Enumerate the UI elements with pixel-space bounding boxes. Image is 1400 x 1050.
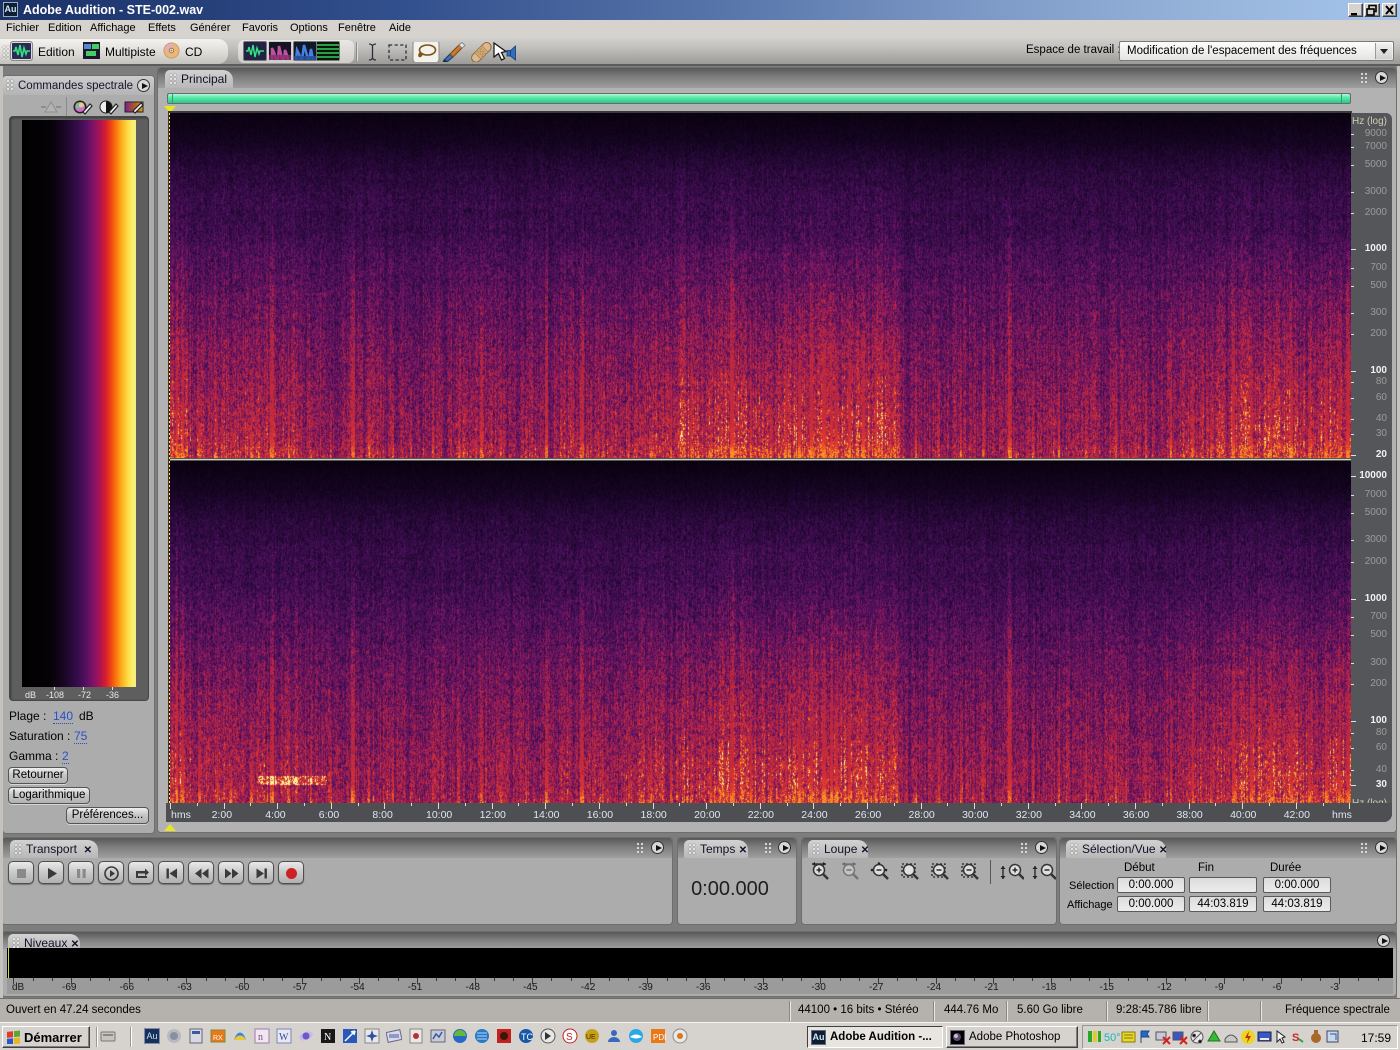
svg-text:RX: RX — [213, 1035, 223, 1042]
svg-text:UE: UE — [586, 1034, 596, 1041]
svg-text:S: S — [566, 1032, 573, 1043]
svg-text:PDF: PDF — [653, 1033, 666, 1042]
svg-text:N: N — [324, 1032, 331, 1043]
svg-text:50°: 50° — [1104, 1032, 1120, 1044]
svg-text:TC: TC — [521, 1032, 533, 1042]
svg-text:W: W — [279, 1032, 289, 1043]
svg-text:n: n — [258, 1032, 263, 1043]
svg-text:S: S — [1292, 1032, 1299, 1044]
svg-text:Au: Au — [147, 1031, 158, 1041]
